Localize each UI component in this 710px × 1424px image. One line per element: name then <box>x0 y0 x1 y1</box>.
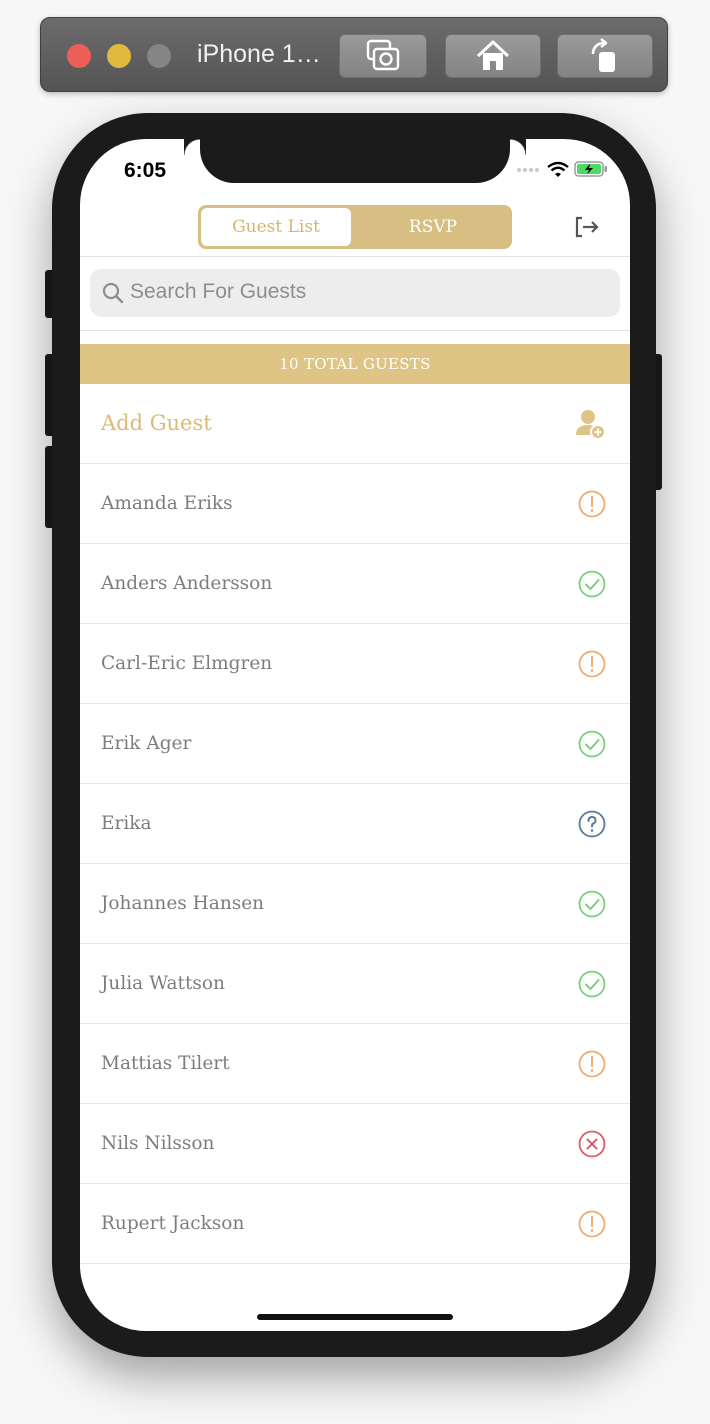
check-circle-icon <box>578 970 606 998</box>
total-guests-banner: 10 TOTAL GUESTS <box>80 344 630 384</box>
guest-row[interactable]: Mattias Tilert <box>80 1024 630 1104</box>
guest-name: Johannes Hansen <box>101 893 265 914</box>
search-input[interactable]: Search For Guests <box>90 269 620 317</box>
guest-row[interactable]: Erika <box>80 784 630 864</box>
wifi-icon <box>547 161 569 177</box>
guest-name: Anders Andersson <box>101 573 273 594</box>
search-icon <box>102 282 124 304</box>
exclamation-circle-icon <box>578 650 606 678</box>
app-screen: 6:05 Guest List RSVP Search For Guests 1… <box>80 139 630 1331</box>
battery-icon <box>574 161 607 177</box>
close-window-button[interactable] <box>67 44 91 68</box>
tab-rsvp[interactable]: RSVP <box>354 205 512 249</box>
guest-row[interactable]: Nils Nilsson <box>80 1104 630 1184</box>
guest-row[interactable]: Julia Wattson <box>80 944 630 1024</box>
exclamation-circle-icon <box>578 1210 606 1238</box>
search-placeholder: Search For Guests <box>130 280 307 303</box>
minimize-window-button[interactable] <box>107 44 131 68</box>
x-circle-icon <box>578 1130 606 1158</box>
home-indicator <box>257 1314 453 1320</box>
home-icon <box>476 40 510 70</box>
header-divider <box>80 256 630 257</box>
notch <box>200 139 526 183</box>
guest-row[interactable]: Erik Ager <box>80 704 630 784</box>
logout-icon[interactable] <box>574 215 600 239</box>
guest-name: Nils Nilsson <box>101 1133 215 1154</box>
guest-name: Carl-Eric Elmgren <box>101 653 273 674</box>
guest-name: Mattias Tilert <box>101 1053 230 1074</box>
exclamation-circle-icon <box>578 490 606 518</box>
exclamation-circle-icon <box>578 1050 606 1078</box>
guest-row[interactable]: Amanda Eriks <box>80 464 630 544</box>
search-divider <box>80 330 630 331</box>
guest-name: Julia Wattson <box>101 973 225 994</box>
add-guest-label: Add Guest <box>101 411 212 435</box>
question-circle-icon <box>578 810 606 838</box>
guest-name: Amanda Eriks <box>101 493 233 514</box>
view-segmented-control: Guest List RSVP <box>198 205 512 249</box>
camera-icon <box>366 39 400 71</box>
screenshot-button[interactable] <box>339 34 427 78</box>
home-button[interactable] <box>445 34 541 78</box>
guest-name: Erika <box>101 813 152 834</box>
check-circle-icon <box>578 890 606 918</box>
guest-row[interactable]: Johannes Hansen <box>80 864 630 944</box>
guest-list: Add Guest Amanda Eriks Anders Andersson Ca… <box>80 384 630 1264</box>
guest-name: Erik Ager <box>101 733 192 754</box>
guest-row[interactable]: Rupert Jackson <box>80 1184 630 1264</box>
signal-icon <box>517 168 539 172</box>
zoom-window-button[interactable] <box>147 44 171 68</box>
rotate-button[interactable] <box>557 34 653 78</box>
simulator-title: iPhone 1… <box>197 40 321 68</box>
status-indicators <box>516 161 608 177</box>
guest-name: Rupert Jackson <box>101 1213 245 1234</box>
add-user-icon[interactable] <box>574 408 606 440</box>
status-time: 6:05 <box>124 159 167 182</box>
guest-row[interactable]: Anders Andersson <box>80 544 630 624</box>
rotate-icon <box>591 38 615 72</box>
check-circle-icon <box>578 730 606 758</box>
tab-guest-list[interactable]: Guest List <box>201 208 351 246</box>
add-guest-row[interactable]: Add Guest <box>80 384 630 464</box>
simulator-toolbar: iPhone 1… <box>40 17 668 92</box>
guest-row[interactable]: Carl-Eric Elmgren <box>80 624 630 704</box>
check-circle-icon <box>578 570 606 598</box>
